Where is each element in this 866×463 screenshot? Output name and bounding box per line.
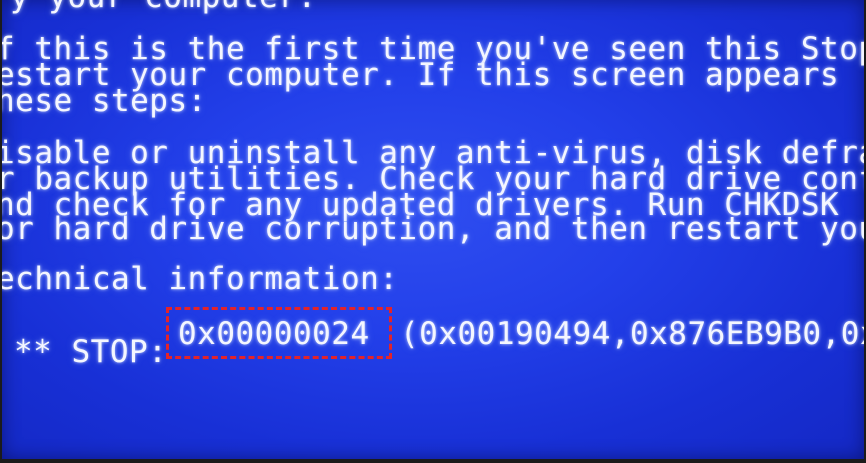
stop-parameters: (0x00190494,0x876EB9B0,0x [400,316,864,352]
technical-information-heading: echnical information: [2,261,399,297]
stop-line: ** STOP: [2,316,186,388]
bsod-text-line: y your computer. [10,0,317,13]
stop-code-highlight-box [166,307,392,359]
stop-prefix: ** STOP: [14,334,187,370]
bsod-screen: y your computer. f this is the first tim… [2,0,864,459]
bsod-text-line: or hard drive corruption, and then resta… [2,211,864,247]
bsod-text-line: hese steps: [2,83,207,119]
